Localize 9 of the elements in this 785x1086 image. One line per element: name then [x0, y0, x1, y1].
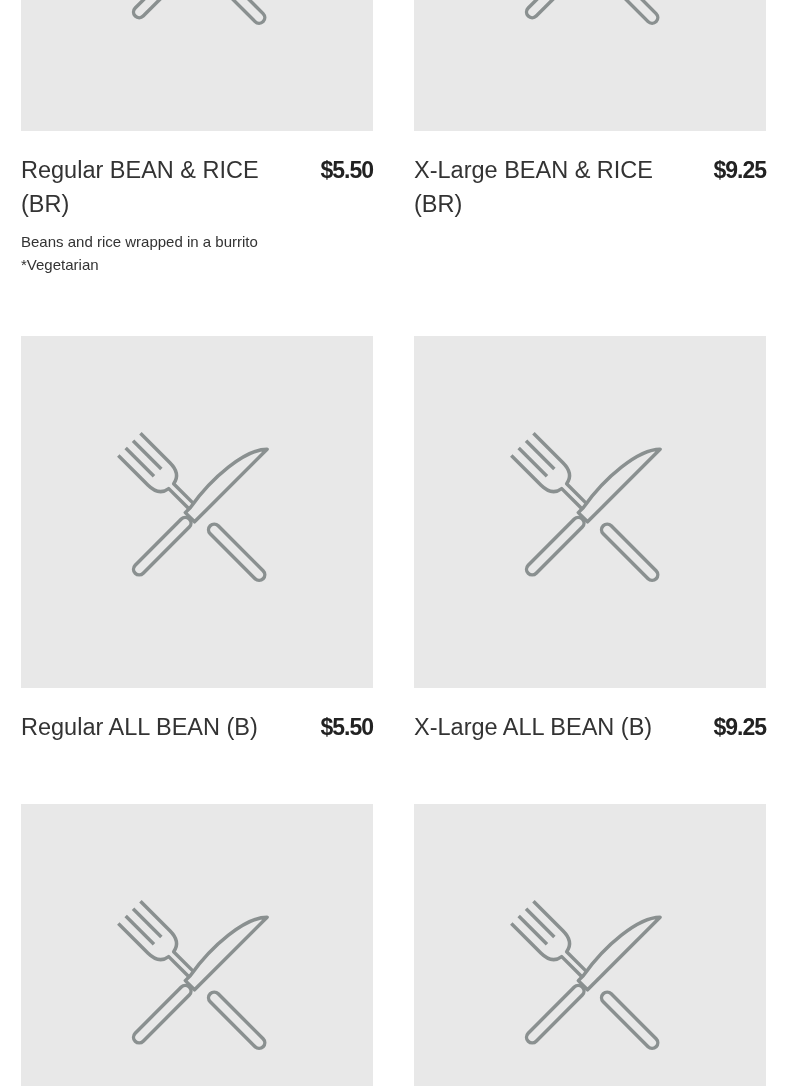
product-price: $5.50 [320, 713, 373, 742]
product-name: X-Large BEAN & RICE (BR) [414, 156, 654, 219]
product-price: $9.25 [713, 156, 766, 185]
product-name: Regular BEAN & RICE (BR) [21, 156, 260, 219]
product-description: Beans and rice wrapped in a burrito *Vegetarian [21, 232, 259, 275]
product-name: X-Large ALL BEAN (B) [414, 713, 654, 742]
product-price: $5.50 [320, 156, 373, 185]
product-name: Regular ALL BEAN (B) [21, 713, 259, 742]
product-price: $9.25 [713, 713, 766, 742]
